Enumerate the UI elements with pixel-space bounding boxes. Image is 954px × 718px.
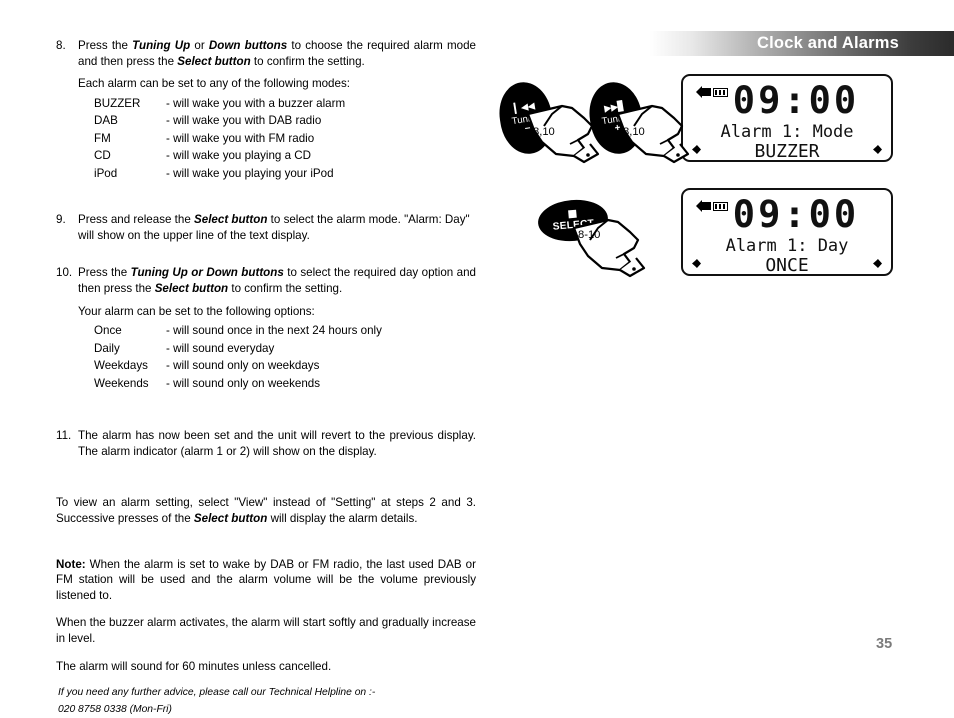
table-row: DAB - will wake you with DAB radio xyxy=(94,112,345,130)
step-10-part-1: Tuning Up or Down buttons xyxy=(130,266,284,280)
step-8-part-0: Press the xyxy=(78,39,133,52)
display-time: 09:00 xyxy=(732,79,860,122)
display-time: 09:00 xyxy=(732,193,860,236)
step-11-text: The alarm has now been set and the unit … xyxy=(78,429,476,458)
display-line-1: Alarm 1: Day xyxy=(725,236,849,256)
note-paragraph-1: Note: When the alarm is set to wake by D… xyxy=(56,557,476,604)
display-line-2: ONCE xyxy=(765,255,809,276)
option-name: Daily xyxy=(94,341,120,355)
option-name: Weekdays xyxy=(94,359,148,373)
step-10-part-4: to confirm the setting. xyxy=(228,282,343,296)
option-name: DAB xyxy=(94,114,118,128)
step-8-text: Press the Tuning Up or Down buttons to c… xyxy=(78,38,476,69)
option-name: FM xyxy=(94,131,111,145)
note-paragraph-2: When the buzzer alarm activates, the ala… xyxy=(56,616,476,645)
view-alarm-paragraph: To view an alarm setting, select "View" … xyxy=(56,495,476,526)
display-line-2: BUZZER xyxy=(754,141,820,162)
option-desc: - will wake you playing a CD xyxy=(166,149,311,163)
option-desc: - will wake you with a buzzer alarm xyxy=(166,96,346,110)
option-desc: - will wake you with FM radio xyxy=(166,131,315,145)
helpline-line-2: 020 8758 0338 (Mon-Fri) xyxy=(58,704,172,716)
table-row: BUZZER - will wake you with a buzzer ala… xyxy=(94,95,345,113)
table-row: iPod - will wake you playing your iPod xyxy=(94,165,345,183)
display-alarm-day: 09:00 Alarm 1: Day ONCE xyxy=(681,188,893,276)
step-9-text: Press and release the Select button to s… xyxy=(78,212,476,243)
instructions-column: 8. Press the Tuning Up or Down buttons t… xyxy=(56,38,476,718)
select-illustration: SELECT 8-10 xyxy=(536,197,648,280)
step-8-subline: Each alarm can be set to any of the foll… xyxy=(78,77,350,91)
step-10-number: 10. xyxy=(56,266,73,280)
step-8-part-2: or xyxy=(190,39,209,52)
step-10-part-0: Press the xyxy=(78,266,131,280)
step-11-number: 11. xyxy=(56,429,72,443)
step-10: 10. Press the Tuning Up or Down buttons … xyxy=(56,265,476,296)
step-8-part-6: to confirm the setting. xyxy=(250,54,365,68)
option-name: BUZZER xyxy=(94,96,141,110)
helpline-line-1: If you need any further advice, please c… xyxy=(58,687,376,699)
note-paragraph-3: The alarm will sound for 60 minutes unle… xyxy=(56,659,332,673)
table-row: CD - will wake you playing a CD xyxy=(94,147,345,165)
pointing-hand-icon xyxy=(572,218,646,278)
option-desc: - will wake you playing your iPod xyxy=(166,166,334,180)
option-desc: - will sound only on weekends xyxy=(166,376,321,390)
table-row: Weekdays - will sound only on weekdays xyxy=(94,357,382,375)
select-step-ref: 8-10 xyxy=(578,229,601,241)
option-desc: - will sound only on weekdays xyxy=(166,359,320,373)
step-10-part-3: Select button xyxy=(154,282,229,296)
option-desc: - will wake you with DAB radio xyxy=(166,114,322,128)
step-8: 8. Press the Tuning Up or Down buttons t… xyxy=(56,38,476,69)
display-alarm-mode: 09:00 Alarm 1: Mode BUZZER xyxy=(681,74,893,162)
step-9: 9. Press and release the Select button t… xyxy=(56,212,476,243)
page-title: Clock and Alarms xyxy=(757,34,899,52)
option-desc: - will sound everyday xyxy=(166,341,275,355)
tuning-up-step-ref: 8,10 xyxy=(623,126,645,138)
step-10-text: Press the Tuning Up or Down buttons to s… xyxy=(78,265,476,296)
step-10-subline: Your alarm can be set to the following o… xyxy=(78,304,315,318)
step-8-number: 8. xyxy=(56,39,66,52)
table-row: FM - will wake you with FM radio xyxy=(94,130,345,148)
table-row: Daily - will sound everyday xyxy=(94,340,382,358)
view-part-1: Select button xyxy=(193,512,268,526)
option-name: Weekends xyxy=(94,376,149,390)
view-part-2: will display the alarm details. xyxy=(267,512,418,526)
display-line-1: Alarm 1: Mode xyxy=(720,122,854,142)
tuning-down-step-ref: 8,10 xyxy=(533,126,555,138)
step-11: 11. The alarm has now been set and the u… xyxy=(56,428,476,459)
step-8-part-1: Tuning Up xyxy=(132,39,191,52)
note-body: When the alarm is set to wake by DAB or … xyxy=(56,557,476,602)
page-number: 35 xyxy=(876,636,893,652)
option-name: CD xyxy=(94,149,111,163)
step-8-part-3: Down buttons xyxy=(208,39,288,52)
alarm-day-options-table: Once - will sound once in the next 24 ho… xyxy=(94,322,382,392)
step-9-part-0: Press and release the xyxy=(78,213,195,227)
option-desc: - will sound once in the next 24 hours o… xyxy=(166,324,382,338)
option-name: Once xyxy=(94,324,122,338)
tuning-down-illustration: ▎◀◀ Tuning – 8,10 xyxy=(494,78,600,167)
note-label: Note: xyxy=(56,557,86,571)
alarm-mode-options-table: BUZZER - will wake you with a buzzer ala… xyxy=(94,95,345,183)
table-row: Weekends - will sound only on weekends xyxy=(94,375,382,393)
table-row: Once - will sound once in the next 24 ho… xyxy=(94,322,382,340)
step-8-part-5: Select button xyxy=(177,54,251,68)
step-9-part-1: Select button xyxy=(194,213,268,227)
step-9-number: 9. xyxy=(56,213,66,227)
option-name: iPod xyxy=(94,166,118,180)
